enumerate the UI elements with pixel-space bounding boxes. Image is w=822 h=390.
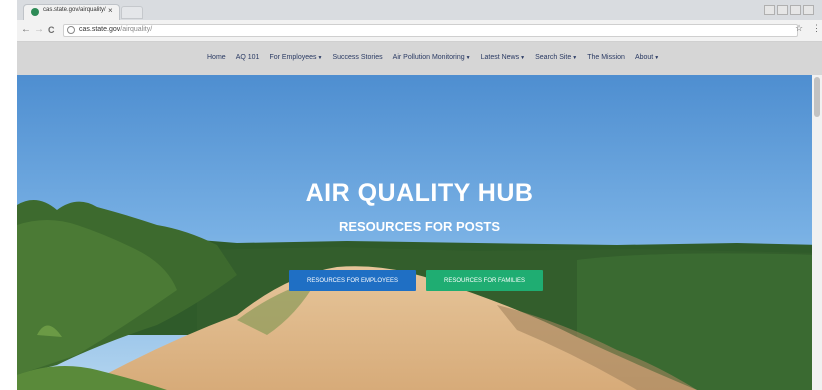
nav-item-aq-101[interactable]: AQ 101: [236, 54, 260, 61]
forward-arrow-icon[interactable]: →: [34, 24, 44, 36]
nav-item-label: Search Site: [535, 54, 572, 61]
nav-item-search-site[interactable]: Search Site▼: [535, 54, 577, 61]
browser-menu-icon[interactable]: ⋮: [812, 23, 821, 34]
window-maximize-icon[interactable]: [790, 5, 801, 15]
caret-down-icon: ▼: [520, 55, 526, 61]
window-minimize-icon[interactable]: [777, 5, 788, 15]
nav-item-label: Home: [207, 54, 226, 61]
nav-item-about[interactable]: About▼: [635, 54, 659, 61]
nav-item-label: Air Pollution Monitoring: [392, 54, 465, 61]
nav-item-label: The Mission: [587, 54, 625, 61]
nav-item-label: Latest News: [480, 54, 520, 61]
nav-item-for-employees[interactable]: For Employees▼: [269, 54, 322, 61]
nav-item-label: AQ 101: [235, 54, 260, 61]
url-host: cas.state.gov: [79, 26, 121, 33]
window-close-icon[interactable]: [803, 5, 814, 15]
site-nav-bar: Home AQ 101 For Employees▼ Success Stories A…: [17, 42, 822, 75]
browser-tab[interactable]: cas.state.gov/airquality/ ×: [23, 4, 120, 20]
caret-down-icon: ▼: [465, 55, 471, 61]
reload-icon[interactable]: C: [48, 24, 55, 36]
caret-down-icon: ▼: [572, 55, 578, 61]
nav-item-success-stories[interactable]: Success Stories: [332, 54, 382, 61]
address-bar[interactable]: cas.state.gov/airquality/: [63, 24, 798, 37]
nav-item-the-mission[interactable]: The Mission: [587, 54, 625, 61]
scrollbar-thumb[interactable]: [814, 77, 820, 117]
browser-window: cas.state.gov/airquality/ × ← → C cas.st…: [17, 0, 822, 390]
tab-title: cas.state.gov/airquality/: [43, 7, 106, 13]
caret-down-icon: ▼: [654, 55, 660, 61]
nav-item-air-pollution-monitoring[interactable]: Air Pollution Monitoring▼: [393, 54, 471, 61]
tab-close-icon[interactable]: ×: [108, 5, 113, 17]
hero-section: AIR QUALITY HUB RESOURCES FOR POSTS RESO…: [17, 75, 822, 390]
caret-down-icon: ▼: [317, 55, 323, 61]
page-scrollbar[interactable]: [812, 75, 822, 390]
browser-toolbar: ← → C cas.state.gov/airquality/ ☆ ⋮: [17, 20, 822, 42]
bookmark-star-icon[interactable]: ☆: [795, 23, 803, 34]
url-text: cas.state.gov/airquality/: [79, 26, 152, 33]
tab-strip: cas.state.gov/airquality/ ×: [17, 0, 822, 20]
site-favicon-icon: [31, 8, 39, 16]
url-path: /airquality/: [120, 26, 153, 33]
window-user-icon[interactable]: [764, 5, 775, 15]
back-arrow-icon[interactable]: ←: [21, 24, 31, 36]
hero-subtitle: RESOURCES FOR POSTS: [338, 219, 501, 234]
resources-for-employees-button[interactable]: RESOURCES FOR EMPLOYEES: [289, 270, 416, 291]
hero-title: AIR QUALITY HUB: [305, 179, 534, 207]
resources-for-families-button[interactable]: RESOURCES FOR FAMILIES: [426, 270, 543, 291]
left-margin: [0, 0, 17, 390]
nav-item-label: Success Stories: [332, 54, 383, 61]
new-tab-button[interactable]: [121, 6, 143, 19]
nav-item-home[interactable]: Home: [207, 54, 226, 61]
nav-item-label: For Employees: [269, 54, 317, 61]
nav-item-label: About: [634, 54, 654, 61]
nav-item-latest-news[interactable]: Latest News▼: [481, 54, 525, 61]
site-nav-items: Home AQ 101 For Employees▼ Success Stories A…: [207, 54, 659, 61]
site-info-icon[interactable]: [67, 26, 75, 34]
